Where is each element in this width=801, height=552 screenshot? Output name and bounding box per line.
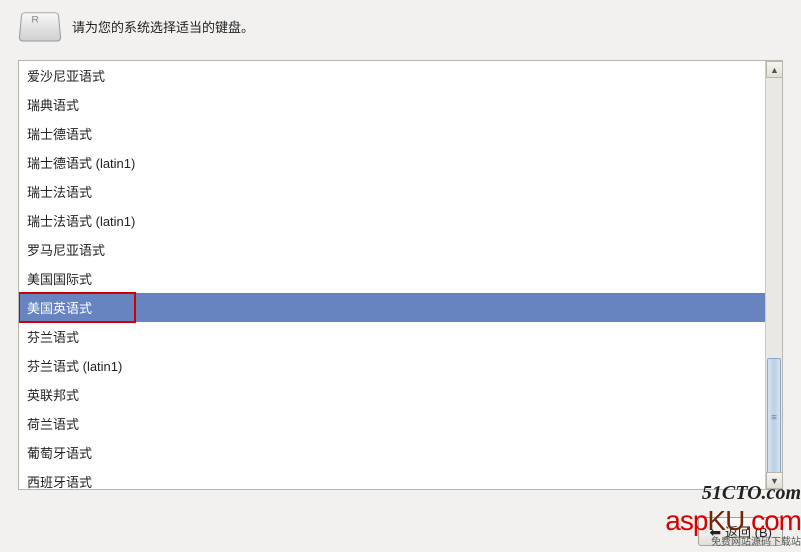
keyboard-icon [19,12,62,41]
arrow-left-icon: ⬅ [709,525,721,539]
scroll-down-button[interactable]: ▼ [766,472,783,489]
back-button[interactable]: ⬅ 返回 (B) [698,517,783,546]
keyboard-option[interactable]: 荷兰语式 [19,409,765,438]
page-title: 请为您的系统选择适当的键盘。 [72,17,254,36]
keyboard-option[interactable]: 罗马尼亚语式 [19,235,765,264]
keyboard-option[interactable]: 美国英语式 [19,293,765,322]
scroll-up-button[interactable]: ▲ [766,61,783,78]
keyboard-option[interactable]: 芬兰语式 [19,322,765,351]
keyboard-option[interactable]: 西班牙语式 [19,467,765,489]
selection-highlight [19,292,136,323]
keyboard-option[interactable]: 美国国际式 [19,264,765,293]
scrollbar-vertical[interactable]: ▲ ▼ [765,61,782,489]
footer: ⬅ 返回 (B) [698,517,783,546]
scroll-track[interactable] [766,78,782,472]
scroll-thumb[interactable] [767,358,781,478]
keyboard-option[interactable]: 英联邦式 [19,380,765,409]
keyboard-option[interactable]: 爱沙尼亚语式 [19,61,765,90]
keyboard-list[interactable]: 爱沙尼亚语式瑞典语式瑞士德语式瑞士德语式 (latin1)瑞士法语式瑞士法语式 … [19,61,765,489]
keyboard-option[interactable]: 瑞士德语式 [19,119,765,148]
keyboard-option[interactable]: 瑞典语式 [19,90,765,119]
keyboard-option[interactable]: 芬兰语式 (latin1) [19,351,765,380]
keyboard-option[interactable]: 瑞士德语式 (latin1) [19,148,765,177]
keyboard-option[interactable]: 瑞士法语式 [19,177,765,206]
keyboard-option[interactable]: 瑞士法语式 (latin1) [19,206,765,235]
keyboard-list-container: 爱沙尼亚语式瑞典语式瑞士德语式瑞士德语式 (latin1)瑞士法语式瑞士法语式 … [18,60,783,490]
keyboard-option[interactable]: 葡萄牙语式 [19,438,765,467]
back-button-label: 返回 (B) [725,522,772,541]
header: 请为您的系统选择适当的键盘。 [0,0,801,52]
